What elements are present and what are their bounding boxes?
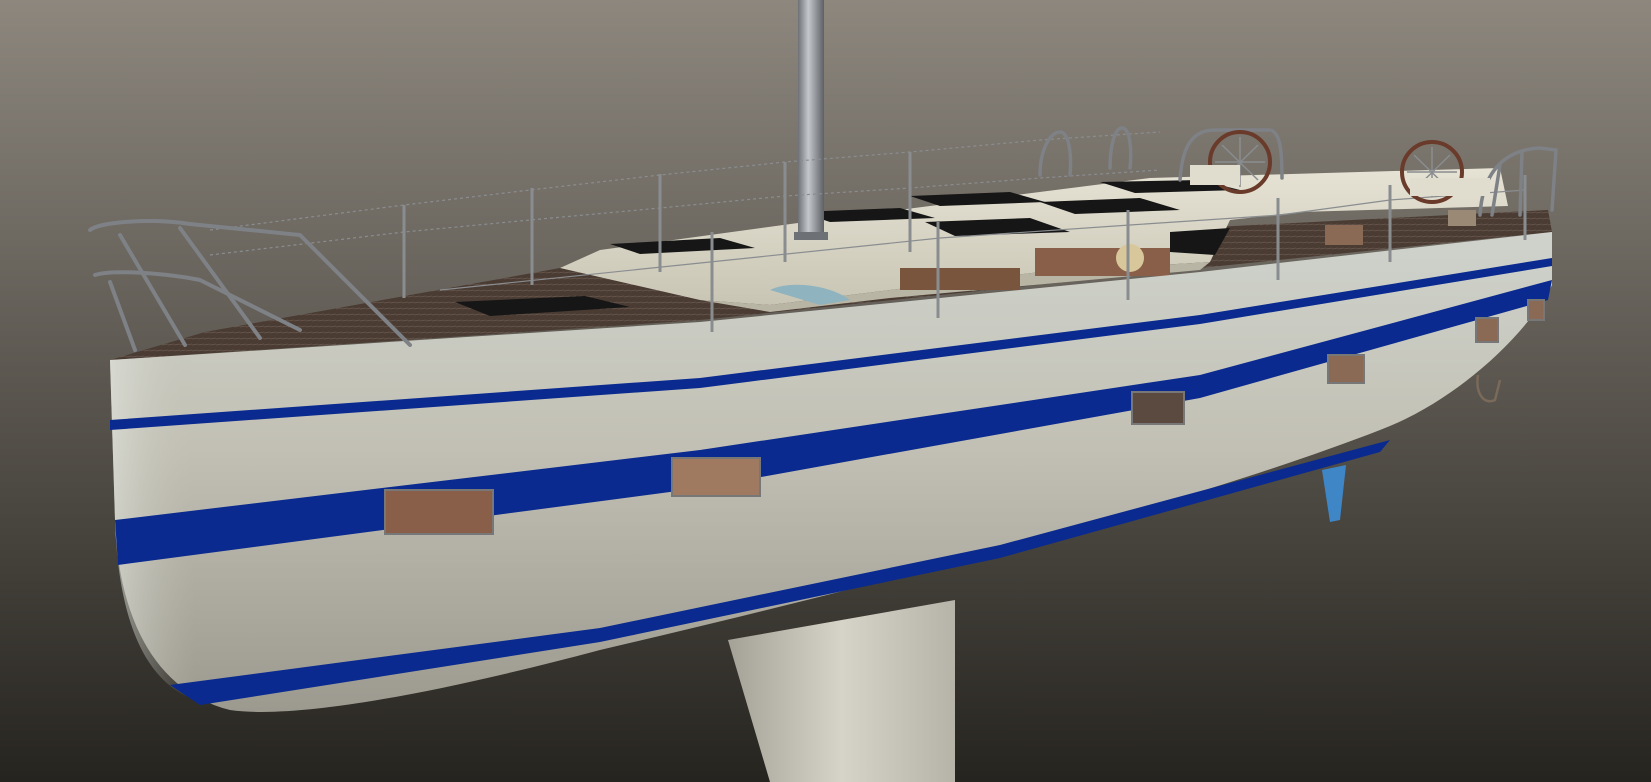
sailboat-3d-render[interactable] xyxy=(0,0,1651,782)
hull-window xyxy=(1527,299,1545,321)
cockpit-bench xyxy=(1410,178,1490,196)
mast xyxy=(798,0,824,240)
hull-window xyxy=(1475,317,1499,343)
cabin-window xyxy=(1035,248,1170,276)
hull-window xyxy=(1327,354,1365,384)
cabin-window xyxy=(1448,210,1476,226)
hull-window xyxy=(1131,391,1185,425)
mast-base xyxy=(794,232,828,240)
cabin-window xyxy=(900,268,1020,290)
cockpit-bench xyxy=(1190,165,1240,185)
3d-viewport[interactable] xyxy=(0,0,1651,782)
cabin-window xyxy=(1325,225,1363,245)
hull-window xyxy=(384,489,494,535)
cabin-lamp xyxy=(1116,244,1144,272)
hull-window xyxy=(671,457,761,497)
